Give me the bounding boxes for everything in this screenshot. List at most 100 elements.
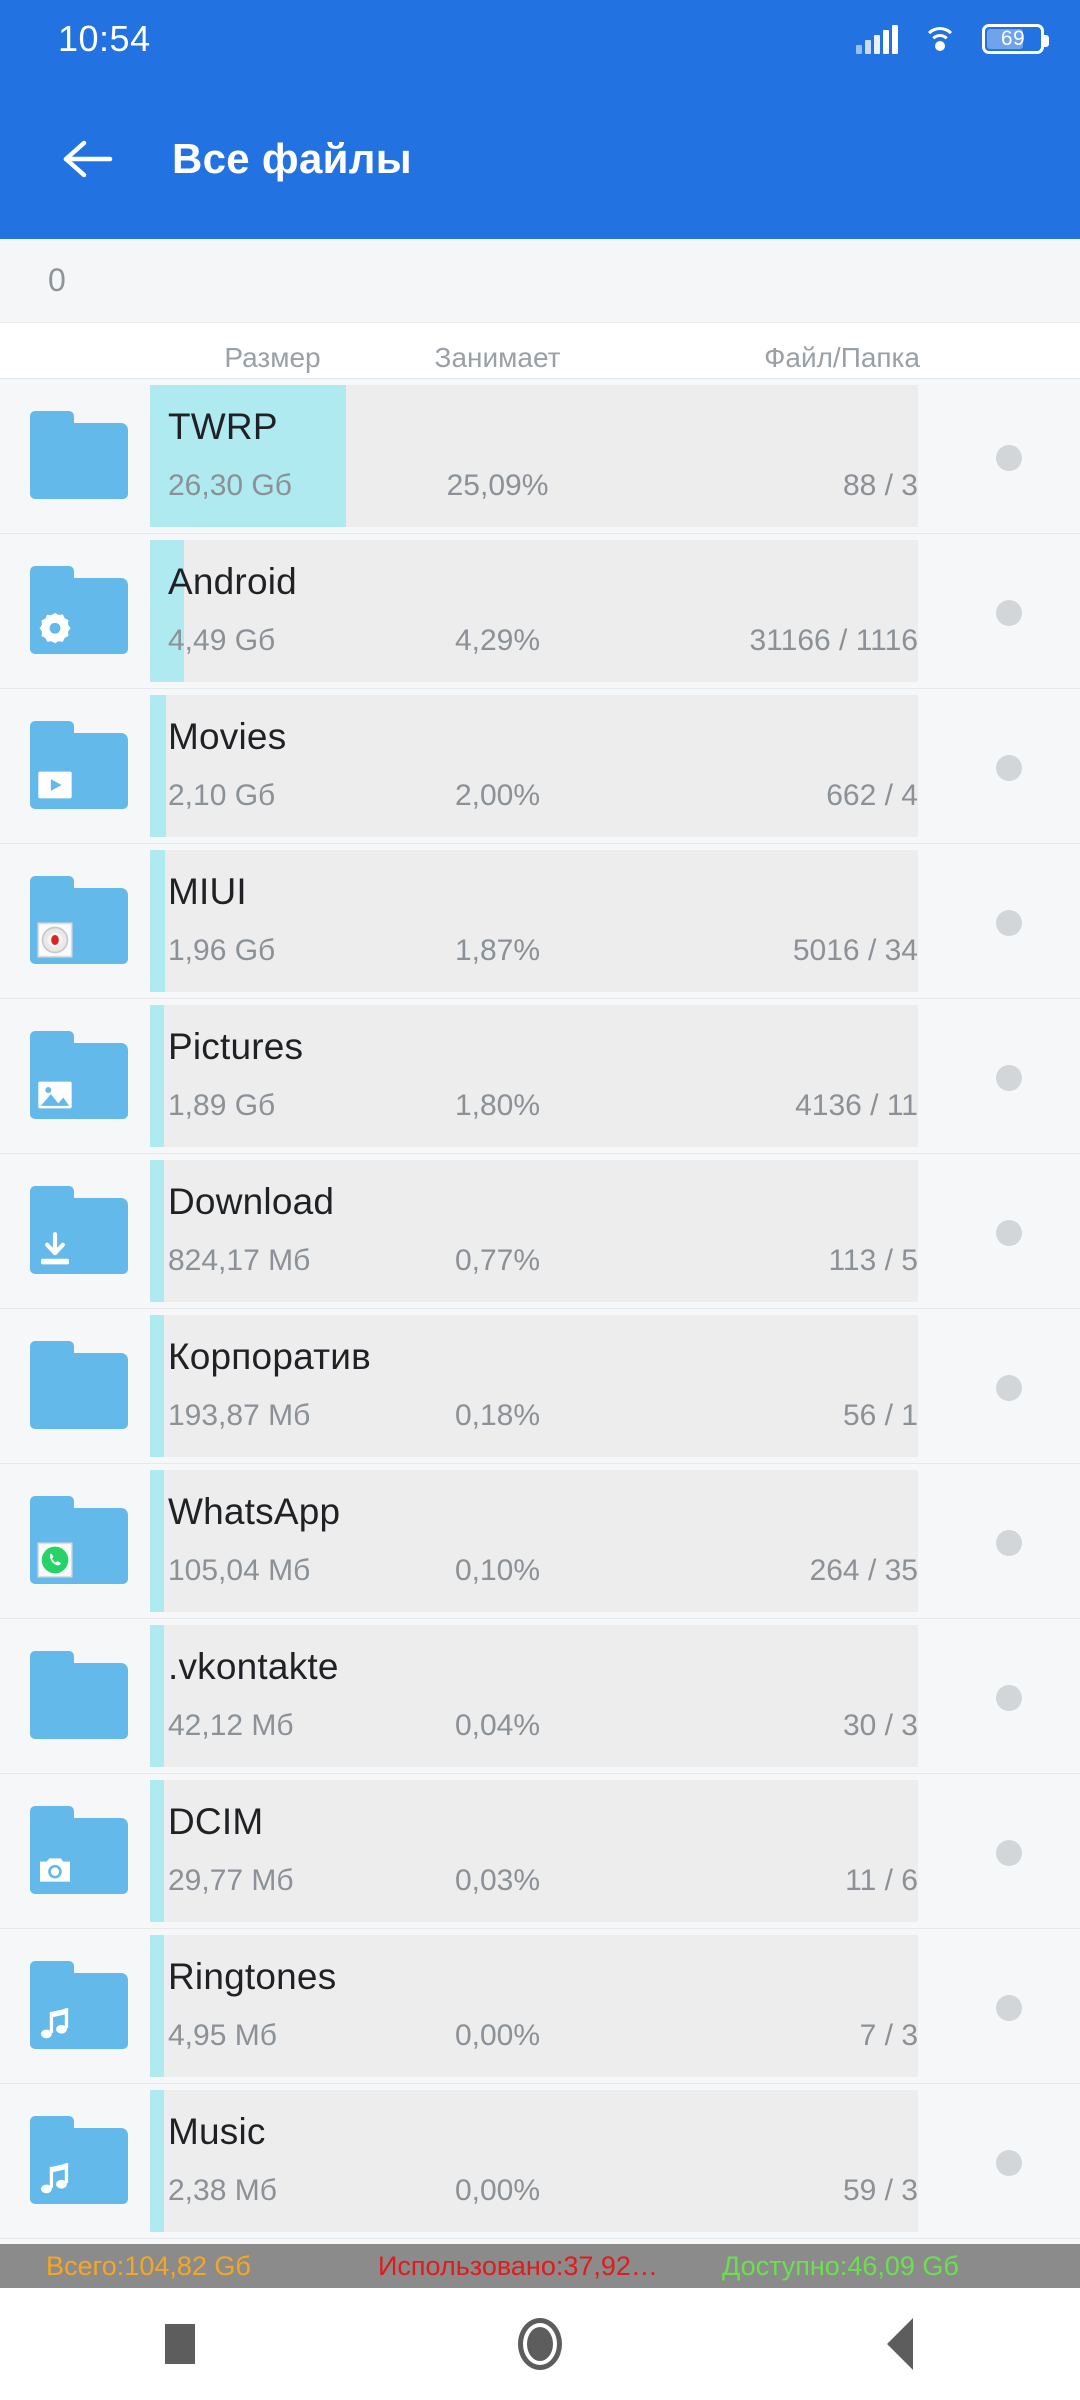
table-row[interactable]: DCIM 29,77 Mб 0,03% 11 / 6 [0,1774,1080,1929]
page-title: Все файлы [172,134,412,182]
file-percent: 0,77% [454,1244,541,1277]
whatsapp-icon [32,1536,78,1584]
file-list[interactable]: TWRP 26,30 Gб 25,09% 88 / 3 Android 4,49 Gб 4,… [0,379,1080,2244]
row-more-button[interactable] [996,1220,1022,1246]
file-name: DCIM [168,1801,264,1842]
row-track [150,1780,918,1922]
file-size: 824,17 Mб [168,1244,311,1277]
file-count: 59 / 3 [842,2174,918,2207]
file-size: 4,49 Gб [168,624,276,657]
row-more-button[interactable] [996,445,1022,471]
file-percent: 1,87% [454,934,541,967]
row-more-button[interactable] [996,910,1022,936]
usage-bar [150,1625,164,1767]
camera-icon [32,1846,78,1894]
row-more-button[interactable] [996,2150,1022,2176]
usage-bar [150,1005,164,1147]
storage-summary-bar: Всего:104,82 Gб Использовано:37,92… Дост… [0,2244,1080,2288]
file-count: 7 / 3 [859,2019,918,2052]
table-row[interactable]: Корпоратив 193,87 Mб 0,18% 56 / 1 [0,1309,1080,1464]
file-count: 56 / 1 [842,1399,918,1432]
file-percent: 4,29% [454,624,541,657]
file-manager-screen: 10:54 69 Все файлы 0 Размер Занимает Фай… [0,0,1080,2400]
file-name: Music [168,2111,266,2152]
folder-music-icon [30,2116,128,2204]
table-row[interactable]: WhatsApp 105,04 Mб 0,10% 264 / 35 [0,1464,1080,1619]
status-bar-clock: 10:54 [58,18,151,59]
file-count: 5016 / 34 [792,934,918,967]
usage-bar [150,850,165,992]
column-header-count[interactable]: Файл/Папка [640,342,920,374]
usage-bar [150,1160,164,1302]
table-row[interactable]: .vkontakte 42,12 Mб 0,04% 30 / 3 [0,1619,1080,1774]
music-note-icon [32,2156,78,2204]
file-size: 29,77 Mб [168,1864,294,1897]
file-name: Корпоратив [168,1336,371,1377]
table-row[interactable]: Download 824,17 Mб 0,77% 113 / 5 [0,1154,1080,1309]
back-arrow-icon[interactable] [52,123,124,195]
column-header-percent[interactable]: Занимает [405,342,590,374]
status-bar: 10:54 69 [0,0,1080,78]
table-row[interactable]: MIUI 1,96 Gб 1,87% 5016 / 34 [0,844,1080,999]
file-count: 662 / 4 [826,779,918,812]
folder-gear-icon [30,566,128,654]
file-percent: 0,00% [454,2019,541,2052]
summary-available: Доступно:46,09 Gб [722,2250,959,2281]
download-arrow-icon [32,1226,78,1274]
row-more-button[interactable] [996,600,1022,626]
app-bar: Все файлы [0,78,1080,239]
file-size: 2,10 Gб [168,779,276,812]
file-size: 105,04 Mб [168,1554,311,1587]
file-name: Movies [168,716,287,757]
status-bar-icons: 69 [856,24,1049,54]
folder-download-icon [30,1186,128,1274]
row-more-button[interactable] [996,1995,1022,2021]
table-row[interactable]: TWRP 26,30 Gб 25,09% 88 / 3 [0,379,1080,534]
file-percent: 0,03% [454,1864,541,1897]
recorder-icon [32,916,78,964]
file-name: Ringtones [168,1956,337,1997]
folder-icon [30,411,128,499]
table-row[interactable]: Movies 2,10 Gб 2,00% 662 / 4 [0,689,1080,844]
recents-square-icon[interactable] [105,2288,255,2400]
table-row[interactable]: Ringtones 4,95 Mб 0,00% 7 / 3 [0,1929,1080,2084]
file-name: WhatsApp [168,1491,341,1532]
wifi-icon [922,25,958,53]
file-count: 31166 / 1116 [749,624,919,657]
table-row[interactable]: Music 2,38 Mб 0,00% 59 / 3 [0,2084,1080,2239]
table-row[interactable]: Android 4,49 Gб 4,29% 31166 / 1116 [0,534,1080,689]
usage-bar [150,1470,164,1612]
file-count: 30 / 3 [842,1709,918,1742]
table-row[interactable]: Pictures 1,89 Gб 1,80% 4136 / 11 [0,999,1080,1154]
file-count: 264 / 35 [809,1554,918,1587]
folder-image-icon [30,1031,128,1119]
row-more-button[interactable] [996,1065,1022,1091]
breadcrumb[interactable]: 0 [0,239,1080,323]
file-name: .vkontakte [168,1646,339,1687]
row-more-button[interactable] [996,755,1022,781]
row-more-button[interactable] [996,1375,1022,1401]
file-size: 1,96 Gб [168,934,276,967]
summary-used: Использовано:37,92… [378,2250,658,2281]
column-header-size[interactable]: Размер [190,342,355,374]
file-size: 193,87 Mб [168,1399,311,1432]
folder-icon [30,1651,128,1739]
row-more-button[interactable] [996,1840,1022,1866]
home-circle-icon[interactable] [465,2288,615,2400]
file-size: 26,30 Gб [168,469,292,502]
folder-camera-icon [30,1806,128,1894]
battery-percent-label: 69 [1000,27,1026,50]
column-header-row: Размер Занимает Файл/Папка [0,323,1080,379]
file-percent: 25,09% [446,469,549,502]
usage-bar [150,1935,164,2077]
file-name: Download [168,1181,335,1222]
row-more-button[interactable] [996,1685,1022,1711]
breadcrumb-path[interactable]: 0 [48,262,66,299]
row-more-button[interactable] [996,1530,1022,1556]
file-name: Android [168,561,297,602]
file-percent: 0,18% [454,1399,541,1432]
file-count: 88 / 3 [842,469,918,502]
folder-whatsapp-icon [30,1496,128,1584]
folder-music-icon [30,1961,128,2049]
back-triangle-icon[interactable] [825,2288,975,2400]
